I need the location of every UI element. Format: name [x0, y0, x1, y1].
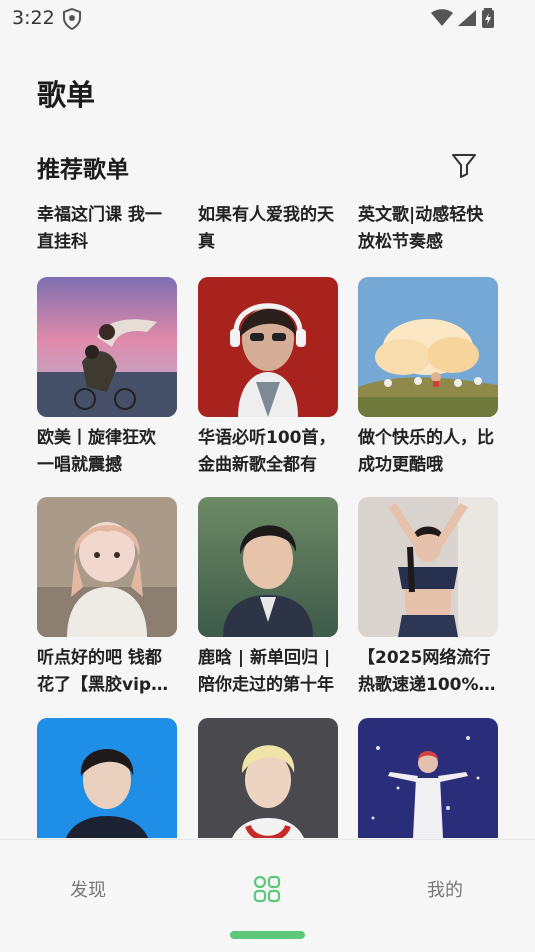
playlist-caption: 听点好的吧 钱都花了【黑胶vip歌单】: [37, 648, 169, 695]
playlist-cover[interactable]: [37, 277, 177, 417]
shield-icon: [62, 7, 82, 34]
bottom-nav: 发现 我的: [0, 839, 535, 952]
battery-icon: [481, 8, 495, 32]
playlist-cover[interactable]: [358, 718, 498, 838]
playlist-caption[interactable]: 英文歌|动感轻快放松节奏感: [358, 202, 498, 256]
playlist-caption[interactable]: 如果有人爱我的天真: [198, 202, 338, 256]
playlist-cover[interactable]: [198, 277, 338, 417]
playlist-card[interactable]: [198, 718, 338, 838]
nav-mine[interactable]: 我的: [427, 876, 463, 902]
playlist-card[interactable]: [358, 718, 498, 838]
playlist-card[interactable]: 鹿晗 | 新单回归 | 陪你走过的第十年: [198, 497, 338, 699]
filter-icon: [452, 154, 476, 178]
playlist-cover[interactable]: [37, 718, 177, 838]
playlist-card[interactable]: 做个快乐的人，比成功更酷哦: [358, 277, 498, 479]
status-time: 3:22: [12, 7, 55, 29]
grid-icon: [253, 875, 281, 903]
active-tab-indicator: [230, 931, 305, 939]
playlist-card[interactable]: [37, 718, 177, 838]
wifi-icon: [431, 9, 453, 31]
playlist-card[interactable]: 【2025网络流行热歌速递100%好听】: [358, 497, 498, 699]
playlist-card[interactable]: 华语必听100首，金曲新歌全都有: [198, 277, 338, 479]
playlist-cover[interactable]: [37, 497, 177, 637]
playlist-cover[interactable]: [198, 497, 338, 637]
filter-button[interactable]: [450, 151, 478, 179]
nav-playlists[interactable]: [253, 875, 281, 903]
playlist-caption: 欧美丨旋律狂欢 一唱就震撼: [37, 428, 156, 475]
playlist-caption: 鹿晗 | 新单回归 | 陪你走过的第十年: [198, 648, 334, 695]
playlist-grid: 幸福这门课 我一直挂科 如果有人爱我的天真 英文歌|动感轻快放松节奏感 欧美丨旋…: [37, 202, 507, 838]
playlist-cover[interactable]: [198, 718, 338, 838]
nav-discover[interactable]: 发现: [70, 876, 106, 902]
playlist-caption: 华语必听100首，金曲新歌全都有: [198, 428, 336, 475]
page-title: 歌单: [37, 78, 96, 112]
section-title: 推荐歌单: [37, 157, 129, 183]
status-icons: [431, 8, 495, 32]
playlist-caption: 【2025网络流行热歌速递100%好听】: [358, 648, 496, 695]
signal-icon: [457, 9, 477, 31]
playlist-caption[interactable]: 幸福这门课 我一直挂科: [37, 202, 177, 256]
status-bar: 3:22: [0, 0, 535, 36]
playlist-card[interactable]: 欧美丨旋律狂欢 一唱就震撼: [37, 277, 177, 479]
playlist-card[interactable]: 听点好的吧 钱都花了【黑胶vip歌单】: [37, 497, 177, 699]
playlist-cover[interactable]: [358, 277, 498, 417]
playlist-cover[interactable]: [358, 497, 498, 637]
playlist-caption: 做个快乐的人，比成功更酷哦: [358, 428, 494, 475]
